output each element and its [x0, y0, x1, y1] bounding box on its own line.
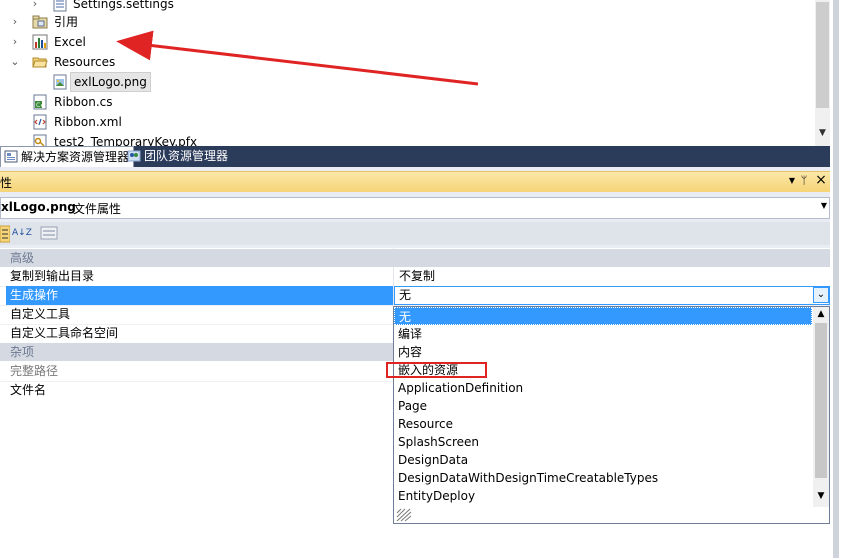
- dropdown-vertical-scrollbar[interactable]: ▲ ▼: [813, 307, 829, 507]
- dropdown-option[interactable]: 无: [394, 307, 812, 325]
- dropdown-option[interactable]: 内容: [398, 343, 812, 361]
- dropdown-option[interactable]: DesignData: [398, 451, 812, 469]
- row-selection-highlight: [6, 286, 393, 305]
- dropdown-option[interactable]: Page: [398, 397, 812, 415]
- chevron-down-icon[interactable]: ⌄: [813, 287, 829, 303]
- dropdown-option[interactable]: Resource: [398, 415, 812, 433]
- team-explorer-icon: [127, 150, 141, 162]
- build-action-combo[interactable]: [394, 286, 830, 305]
- category-label: 高级: [10, 251, 35, 265]
- property-row-copy-to-output[interactable]: 复制到输出目录 不复制: [0, 267, 830, 286]
- category-label: 杂项: [10, 345, 35, 359]
- chevron-down-icon[interactable]: ▼: [821, 201, 827, 210]
- categorized-icon[interactable]: [0, 225, 10, 243]
- arrow-to-excel: [116, 30, 479, 86]
- resize-grip-icon[interactable]: [396, 508, 412, 522]
- outer-scrollbar[interactable]: [833, 0, 839, 558]
- property-name: 自定义工具: [10, 307, 71, 321]
- dropdown-option[interactable]: EntityDeploy: [398, 487, 812, 505]
- tool-window-tab-strip: 解决方案资源管理器 团队资源管理器: [0, 146, 830, 167]
- property-name: 完整路径: [10, 364, 59, 378]
- scroll-down-icon[interactable]: ▼: [813, 491, 829, 501]
- tab-team-explorer[interactable]: 团队资源管理器: [124, 146, 232, 166]
- property-name: 文件名: [10, 383, 47, 397]
- object-type: 文件属性: [73, 202, 122, 216]
- property-name: 自定义工具命名空间: [10, 326, 119, 340]
- alphabetical-icon[interactable]: A↓Z: [12, 224, 32, 242]
- solution-explorer-icon: [4, 150, 18, 163]
- tab-label: 团队资源管理器: [144, 149, 229, 163]
- dropdown-option[interactable]: DesignDataWithDesignTimeCreatableTypes: [398, 469, 812, 487]
- property-pages-icon[interactable]: [40, 226, 58, 240]
- build-action-dropdown-list[interactable]: 无 编译 内容 嵌入的资源 ApplicationDefinition Page…: [393, 306, 830, 524]
- dropdown-option[interactable]: ApplicationDefinition: [398, 379, 812, 397]
- highlight-box-embedded-resource: [386, 362, 487, 378]
- dropdown-option[interactable]: SplashScreen: [398, 433, 812, 451]
- tab-solution-explorer[interactable]: 解决方案资源管理器: [0, 146, 135, 167]
- tab-label: 解决方案资源管理器: [21, 150, 130, 164]
- property-value[interactable]: 不复制: [399, 267, 435, 286]
- property-name: 生成操作: [10, 288, 59, 302]
- properties-title-bar: 性 ▼ ᛘ ×: [0, 171, 830, 192]
- object-selector-combo[interactable]: xlLogo.png 文件属性 ▼: [0, 197, 830, 219]
- close-icon[interactable]: ×: [814, 172, 828, 188]
- scroll-up-icon[interactable]: ▲: [813, 309, 829, 319]
- properties-title: 性: [0, 176, 13, 190]
- window-right-edge: [830, 0, 842, 558]
- property-value: 无: [399, 288, 412, 302]
- category-advanced[interactable]: 高级: [0, 249, 830, 267]
- scrollbar-thumb[interactable]: [815, 323, 827, 478]
- pin-icon[interactable]: ᛘ: [797, 174, 811, 190]
- properties-toolbar: A↓Z: [0, 222, 830, 245]
- property-row-build-action[interactable]: 生成操作 无 ⌄: [0, 286, 830, 305]
- dropdown-option[interactable]: 编译: [398, 325, 812, 343]
- object-name: xlLogo.png: [1, 200, 76, 214]
- property-name: 复制到输出目录: [10, 269, 95, 283]
